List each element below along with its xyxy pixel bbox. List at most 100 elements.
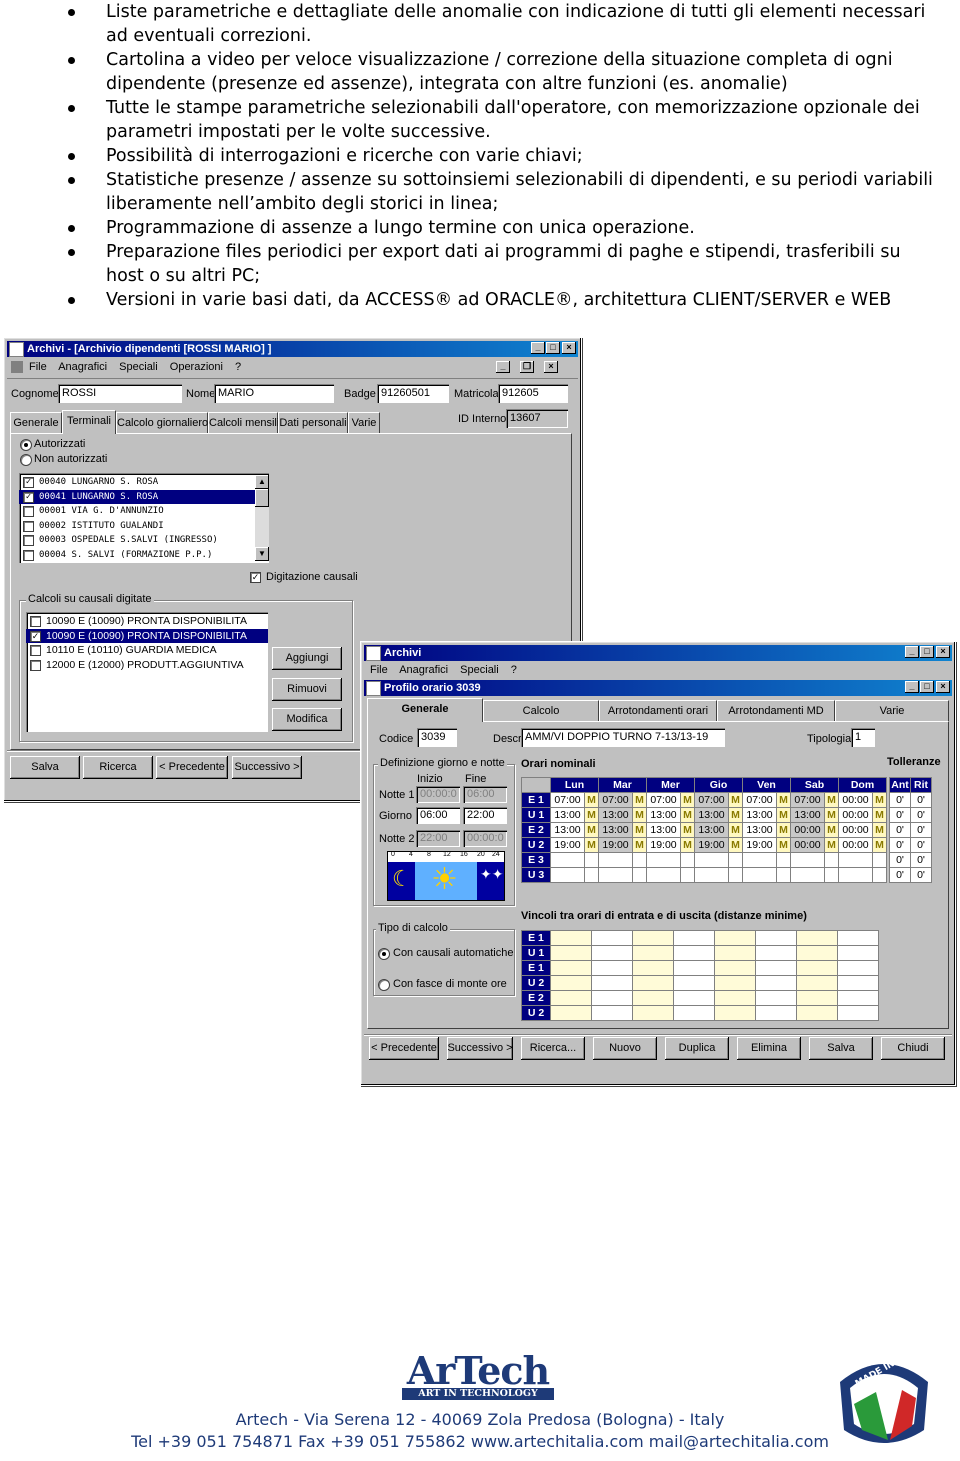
constraint-cell[interactable] xyxy=(550,1005,592,1021)
constraint-cell[interactable] xyxy=(837,990,879,1006)
m-flag[interactable]: M xyxy=(680,837,695,853)
m-flag[interactable]: M xyxy=(632,837,647,853)
causale-checkbox[interactable]: ✓ xyxy=(30,630,41,642)
constraint-cell[interactable] xyxy=(591,975,633,991)
tolerance-cell[interactable]: 0' xyxy=(889,792,911,808)
constraint-cell[interactable] xyxy=(796,1005,838,1021)
radio-fasce-monte-ore[interactable] xyxy=(378,979,390,991)
terminal-item[interactable]: ✓ 00041 LUNGARNO S. ROSA xyxy=(19,489,269,504)
terminal-item[interactable]: 00003 OSPEDALE S.SALVI (INGRESSO) xyxy=(19,533,269,548)
tab-dati-personali[interactable]: Dati personali xyxy=(278,412,348,433)
tolerance-cell[interactable]: 0' xyxy=(910,807,932,823)
menu-file[interactable]: File xyxy=(29,361,47,373)
tab-varie[interactable]: Varie xyxy=(835,700,949,721)
constraint-cell[interactable] xyxy=(550,990,592,1006)
constraint-cell[interactable] xyxy=(550,930,592,946)
terminal-checkbox[interactable]: ✓ xyxy=(23,491,34,503)
aggiungi-button[interactable]: Aggiungi xyxy=(272,647,342,670)
constraint-cell[interactable] xyxy=(837,960,879,976)
time-cell[interactable] xyxy=(694,852,729,868)
terminal-checkbox[interactable]: ✓ xyxy=(23,477,34,488)
time-cell[interactable] xyxy=(694,867,729,883)
constraint-cell[interactable] xyxy=(591,930,633,946)
constraint-cell[interactable] xyxy=(755,990,797,1006)
m-flag[interactable] xyxy=(776,867,791,883)
menu-anagrafici[interactable]: Anagrafici xyxy=(58,361,107,373)
constraint-cell[interactable] xyxy=(673,990,715,1006)
time-cell[interactable] xyxy=(742,852,777,868)
m-flag[interactable]: M xyxy=(632,822,647,838)
tab-generale[interactable]: Generale xyxy=(10,412,62,433)
menu-anagrafici[interactable]: Anagrafici xyxy=(399,664,448,676)
tab-arrotondamenti-orari[interactable]: Arrotondamenti orari xyxy=(599,700,717,721)
constraint-cell[interactable] xyxy=(632,990,674,1006)
constraint-cell[interactable] xyxy=(837,1005,879,1021)
causali-list[interactable]: 10090 E (10090) PRONTA DISPONIBILITA ✓ 100… xyxy=(26,612,268,732)
chiudi-button[interactable]: Chiudi xyxy=(881,1037,945,1060)
constraint-cell[interactable] xyxy=(632,960,674,976)
constraint-cell[interactable] xyxy=(837,975,879,991)
badge-field[interactable]: 91260501 xyxy=(377,384,449,403)
matricola-field[interactable]: 912605 xyxy=(498,384,568,403)
constraint-cell[interactable] xyxy=(714,990,756,1006)
time-cell[interactable]: 07:00 xyxy=(694,792,729,808)
time-cell[interactable]: 19:00 xyxy=(646,837,681,853)
time-cell[interactable] xyxy=(550,867,585,883)
child-title-bar[interactable]: Profilo orario 3039 _ □ × xyxy=(364,680,952,696)
time-cell[interactable]: 13:00 xyxy=(598,807,633,823)
constraint-cell[interactable] xyxy=(755,945,797,961)
constraint-cell[interactable] xyxy=(796,930,838,946)
m-flag[interactable]: M xyxy=(824,807,839,823)
m-flag[interactable]: M xyxy=(632,792,647,808)
time-cell[interactable] xyxy=(646,852,681,868)
radio-autorizzati[interactable] xyxy=(20,439,32,451)
terminal-item[interactable]: ✓ 00040 LUNGARNO S. ROSA xyxy=(19,475,269,490)
time-cell[interactable] xyxy=(742,867,777,883)
duplica-button[interactable]: Duplica xyxy=(665,1037,729,1060)
constraint-cell[interactable] xyxy=(673,945,715,961)
m-flag[interactable]: M xyxy=(776,792,791,808)
tab-calcolo[interactable]: Calcolo xyxy=(483,700,599,721)
m-flag[interactable]: M xyxy=(824,837,839,853)
m-flag[interactable]: M xyxy=(824,822,839,838)
time-cell[interactable]: 13:00 xyxy=(550,807,585,823)
time-cell[interactable]: 00:00 xyxy=(838,792,873,808)
time-cell[interactable] xyxy=(838,867,873,883)
scroll-thumb[interactable] xyxy=(255,489,269,507)
time-cell[interactable] xyxy=(646,867,681,883)
time-cell[interactable]: 13:00 xyxy=(742,822,777,838)
time-cell[interactable]: 07:00 xyxy=(646,792,681,808)
descrizione-field[interactable]: AMM/VI DOPPIO TURNO 7-13/13-19 xyxy=(521,728,725,747)
causale-item[interactable]: 12000 E (12000) PRODUTT.AGGIUNTIVA xyxy=(26,658,268,673)
time-cell[interactable]: 07:00 xyxy=(790,792,825,808)
constraint-cell[interactable] xyxy=(714,1005,756,1021)
terminal-item[interactable]: 00001 VIA G. D'ANNUNZIO xyxy=(19,504,269,519)
tolerance-cell[interactable]: 0' xyxy=(889,837,911,853)
time-cell[interactable] xyxy=(550,852,585,868)
m-flag[interactable]: M xyxy=(872,822,887,838)
constraint-cell[interactable] xyxy=(796,945,838,961)
time-cell[interactable]: 13:00 xyxy=(742,807,777,823)
constraint-cell[interactable] xyxy=(714,945,756,961)
causale-item[interactable]: 10110 E (10110) GUARDIA MEDICA xyxy=(26,643,268,658)
terminal-item[interactable]: 00002 ISTITUTO GUALANDI xyxy=(19,519,269,534)
time-cell[interactable]: 13:00 xyxy=(694,822,729,838)
m-flag[interactable] xyxy=(584,867,599,883)
maximize-icon[interactable]: □ xyxy=(546,342,560,354)
giorno-fine[interactable]: 22:00 xyxy=(463,807,507,824)
constraint-cell[interactable] xyxy=(714,975,756,991)
time-cell[interactable]: 00:00 xyxy=(838,807,873,823)
time-cell[interactable]: 13:00 xyxy=(550,822,585,838)
m-flag[interactable]: M xyxy=(680,822,695,838)
constraint-cell[interactable] xyxy=(550,960,592,976)
causale-item[interactable]: 10090 E (10090) PRONTA DISPONIBILITA xyxy=(26,614,268,629)
constraint-cell[interactable] xyxy=(673,975,715,991)
time-cell[interactable]: 13:00 xyxy=(646,807,681,823)
m-flag[interactable]: M xyxy=(824,792,839,808)
time-cell[interactable]: 19:00 xyxy=(694,837,729,853)
m-flag[interactable]: M xyxy=(872,792,887,808)
m-flag[interactable]: M xyxy=(584,807,599,823)
terminal-checkbox[interactable] xyxy=(23,520,34,532)
constraint-cell[interactable] xyxy=(632,975,674,991)
m-flag[interactable] xyxy=(680,852,695,868)
